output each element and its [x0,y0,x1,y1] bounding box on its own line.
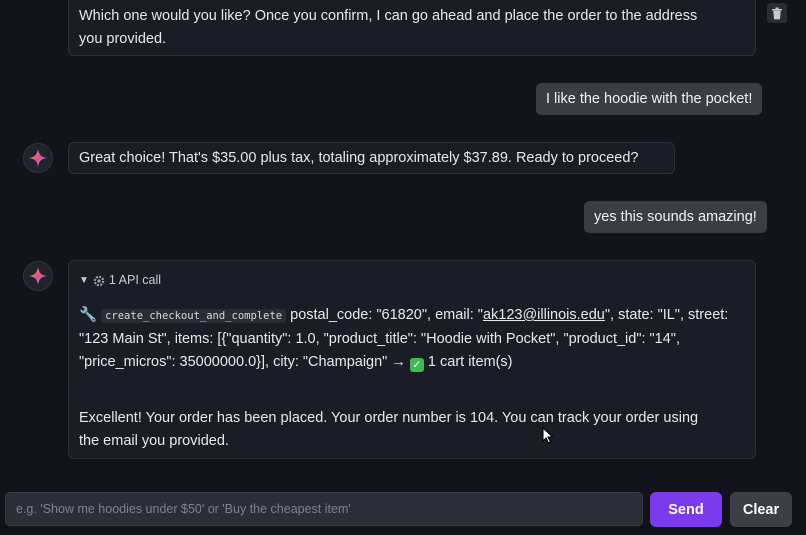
assistant-message: ▼ 1 API call 🔧 create_checkout_and_compl… [68,260,756,459]
assistant-avatar [23,261,53,291]
wrench-icon: 🔧 [79,307,98,323]
send-button[interactable]: Send [650,492,722,527]
tool-args: "123 Main St", items: [{"quantity": 1.0,… [79,331,680,347]
tool-call: 🔧 create_checkout_and_complete postal_co… [79,304,745,374]
clear-button[interactable]: Clear [730,492,792,527]
gear-icon [93,275,105,286]
trash-icon[interactable] [767,3,787,23]
tool-args: postal_code: "61820", email: " [290,307,483,323]
assistant-message: Great choice! That's $35.00 plus tax, to… [68,142,675,174]
api-call-toggle[interactable]: ▼ 1 API call [79,269,745,292]
message-line: Which one would you like? Once you confi… [79,8,698,24]
message-line: you provided. [79,31,167,47]
tool-args: ", state: "IL", street: [604,307,729,323]
user-message: yes this sounds amazing! [584,201,767,233]
sparkle-avatar-icon [29,149,47,167]
message-text: Great choice! That's $35.00 plus tax, to… [79,150,639,166]
triangle-down-icon: ▼ [79,275,89,286]
chat-area: Which one would you like? Once you confi… [0,0,806,478]
assistant-avatar [23,143,53,173]
chat-input[interactable] [5,492,643,526]
tool-args: "price_micros": 35000000.0}], city: "Cha… [79,354,406,370]
api-call-count: 1 API call [108,273,162,287]
check-icon: ✓ [409,358,424,372]
sparkle-avatar-icon [29,267,47,285]
assistant-message: Which one would you like? Once you confi… [68,0,756,56]
message-line: the email you provided. [79,433,229,449]
tool-name: create_checkout_and_complete [101,309,287,323]
message-text: I like the hoodie with the pocket! [546,91,753,107]
email-link[interactable]: ak123@illinois.edu [483,307,605,323]
message-line: Excellent! Your order has been placed. Y… [79,410,699,426]
tool-result: 1 cart item(s) [427,354,513,370]
user-message: I like the hoodie with the pocket! [536,83,763,115]
message-text: yes this sounds amazing! [594,209,757,225]
composer: Send Clear [0,478,806,535]
mouse-cursor-icon [542,427,554,444]
